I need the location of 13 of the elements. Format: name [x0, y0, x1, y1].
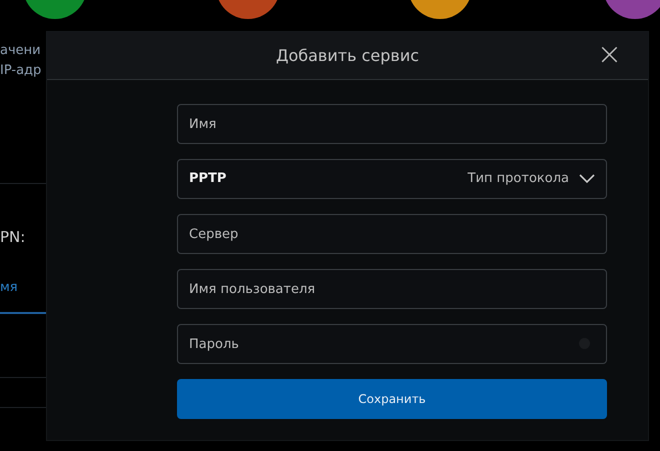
save-button[interactable]: Сохранить: [177, 379, 607, 419]
input-field[interactable]: Имя пользователя: [177, 269, 607, 309]
close-button[interactable]: ×: [592, 41, 626, 69]
vpn-label: PN:: [0, 228, 26, 246]
info-text: ачени: [0, 42, 41, 60]
input-field[interactable]: Имя: [177, 104, 607, 144]
input-field[interactable]: Сервер: [177, 214, 607, 254]
info-text: IP-адр: [0, 62, 42, 80]
chevron-down-icon: [579, 174, 595, 184]
modal-title: Добавить сервис: [276, 44, 420, 66]
protocol-select[interactable]: PPTP Тип протокола: [177, 159, 607, 199]
tab-link[interactable]: мя: [0, 279, 18, 297]
password-field[interactable]: Пароль: [177, 324, 607, 364]
